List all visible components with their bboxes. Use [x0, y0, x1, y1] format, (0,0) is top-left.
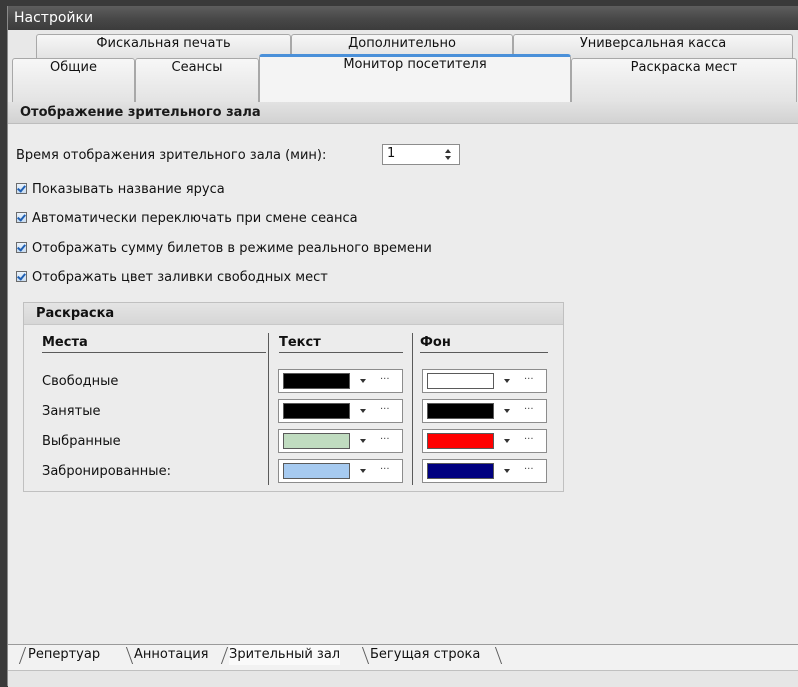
tab-sessions[interactable]: Сеансы: [135, 58, 259, 102]
color-swatch: [427, 433, 494, 449]
tab-general[interactable]: Общие: [12, 58, 135, 102]
tab-separator: [125, 647, 134, 664]
dropdown-arrow-icon[interactable]: [504, 379, 510, 383]
column-header-text: Текст: [279, 335, 403, 353]
checkbox-label: Отображать сумму билетов в режиме реальн…: [32, 241, 432, 256]
dropdown-arrow-icon[interactable]: [360, 439, 366, 443]
checkbox-free-fill-color[interactable]: Отображать цвет заливки свободных мест: [16, 270, 328, 285]
column-divider: [268, 333, 269, 485]
background-color-picker[interactable]: ···: [422, 429, 547, 453]
section-title: Отображение зрительного зала: [8, 102, 798, 124]
spin-down-icon[interactable]: [445, 156, 451, 160]
row-label-reserved: Забронированные:: [42, 464, 171, 479]
bottom-tab-annotation[interactable]: Аннотация: [134, 645, 209, 665]
dropdown-arrow-icon[interactable]: [360, 409, 366, 413]
color-swatch: [427, 373, 494, 389]
checkbox-label: Отображать цвет заливки свободных мест: [32, 270, 328, 285]
display-time-label: Время отображения зрительного зала (мин)…: [16, 148, 327, 163]
column-header-places: Места: [42, 335, 266, 353]
display-time-row: Время отображения зрительного зала (мин)…: [16, 144, 460, 165]
more-options-button[interactable]: ···: [380, 460, 390, 480]
coloring-group: Раскраска Места Текст Фон Свободные Заня…: [23, 302, 564, 492]
checkbox-auto-switch[interactable]: Автоматически переключать при смене сеан…: [16, 211, 358, 226]
background-color-picker[interactable]: ···: [422, 459, 547, 483]
color-swatch: [283, 403, 350, 419]
more-options-button[interactable]: ···: [524, 400, 534, 420]
settings-tabs: Фискальная печать Дополнительно Универса…: [8, 30, 798, 102]
checkbox-checked-icon[interactable]: [16, 271, 27, 282]
dropdown-arrow-icon[interactable]: [504, 439, 510, 443]
display-time-value: 1: [387, 146, 396, 161]
row-label-occupied: Занятые: [42, 404, 101, 419]
checkbox-realtime-sum[interactable]: Отображать сумму билетов в режиме реальн…: [16, 241, 432, 256]
background-color-picker[interactable]: ···: [422, 399, 547, 423]
checkbox-checked-icon[interactable]: [16, 242, 27, 253]
checkbox-label: Автоматически переключать при смене сеан…: [32, 211, 358, 226]
color-swatch: [283, 373, 350, 389]
bottom-tab-running-line[interactable]: Бегущая строка: [370, 645, 480, 665]
window-title: Настройки: [8, 6, 798, 30]
tab-visitor-monitor[interactable]: Монитор посетителя: [259, 54, 571, 102]
more-options-button[interactable]: ···: [524, 460, 534, 480]
dropdown-arrow-icon[interactable]: [360, 379, 366, 383]
more-options-button[interactable]: ···: [380, 430, 390, 450]
dropdown-arrow-icon[interactable]: [360, 469, 366, 473]
status-bar: [8, 670, 798, 687]
dropdown-arrow-icon[interactable]: [504, 469, 510, 473]
text-color-picker[interactable]: ···: [278, 369, 403, 393]
more-options-button[interactable]: ···: [380, 400, 390, 420]
tab-separator: [220, 647, 229, 664]
more-options-button[interactable]: ···: [524, 370, 534, 390]
color-swatch: [283, 463, 350, 479]
coloring-title: Раскраска: [24, 303, 563, 325]
column-divider: [412, 333, 413, 485]
dropdown-arrow-icon[interactable]: [504, 409, 510, 413]
display-time-spinner[interactable]: 1: [382, 144, 460, 165]
checkbox-show-tier-name[interactable]: Показывать название яруса: [16, 182, 225, 197]
tab-separator: [18, 647, 27, 664]
row-label-selected: Выбранные: [42, 434, 121, 449]
tab-seat-coloring[interactable]: Раскраска мест: [571, 58, 797, 102]
tab-separator: [494, 647, 503, 664]
bottom-tab-repertoire[interactable]: Репертуар: [28, 645, 100, 665]
more-options-button[interactable]: ···: [380, 370, 390, 390]
tab-fiscal-print[interactable]: Фискальная печать: [36, 34, 291, 58]
checkbox-checked-icon[interactable]: [16, 183, 27, 194]
color-swatch: [427, 463, 494, 479]
more-options-button[interactable]: ···: [524, 430, 534, 450]
column-header-background: Фон: [420, 335, 548, 353]
tab-separator: [361, 647, 370, 664]
bottom-tabs: Репертуар Аннотация Зрительный зал Бегущ…: [8, 644, 798, 671]
visitor-monitor-panel: Отображение зрительного зала Время отобр…: [8, 102, 798, 644]
settings-window: Настройки Фискальная печать Дополнительн…: [7, 6, 798, 687]
spin-up-icon[interactable]: [445, 149, 451, 153]
text-color-picker[interactable]: ···: [278, 459, 403, 483]
text-color-picker[interactable]: ···: [278, 399, 403, 423]
color-swatch: [427, 403, 494, 419]
row-label-free: Свободные: [42, 374, 119, 389]
background-color-picker[interactable]: ···: [422, 369, 547, 393]
text-color-picker[interactable]: ···: [278, 429, 403, 453]
color-swatch: [283, 433, 350, 449]
checkbox-checked-icon[interactable]: [16, 212, 27, 223]
bottom-tab-auditorium[interactable]: Зрительный зал: [229, 645, 341, 665]
checkbox-label: Показывать название яруса: [32, 182, 225, 197]
